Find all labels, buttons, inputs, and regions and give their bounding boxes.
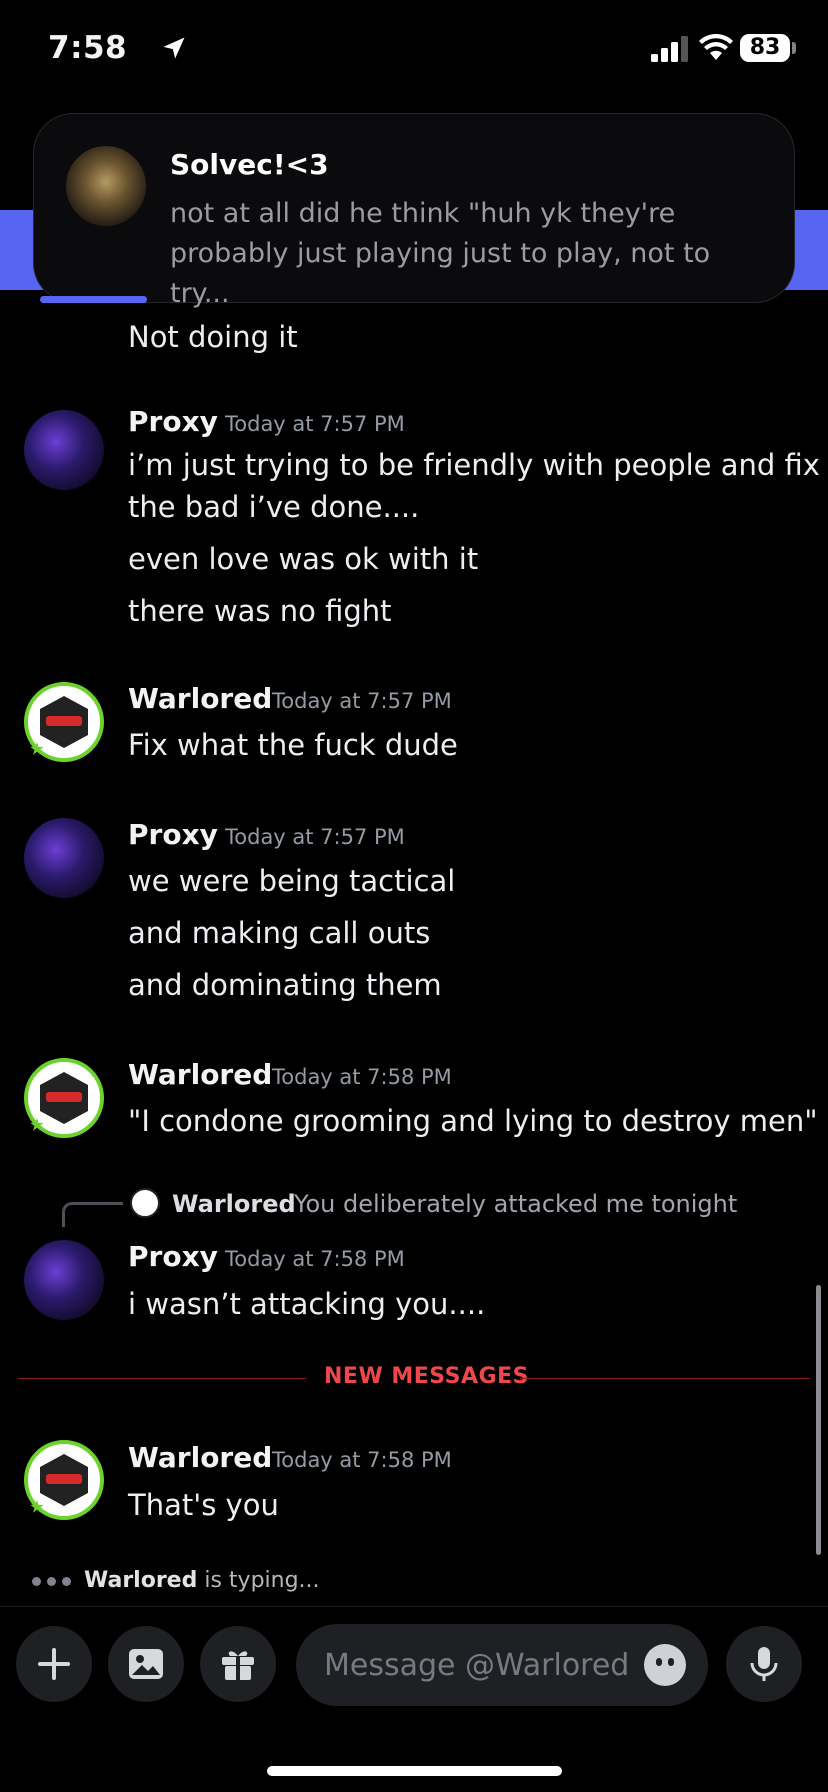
message-input-placeholder: Message @Warlored bbox=[324, 1648, 630, 1683]
message-line: we were being tactical bbox=[128, 864, 456, 898]
avatar[interactable] bbox=[24, 1058, 104, 1138]
gift-button[interactable] bbox=[200, 1626, 276, 1702]
notification-progress bbox=[40, 296, 147, 303]
home-indicator[interactable] bbox=[267, 1766, 562, 1776]
avatar[interactable] bbox=[24, 1440, 104, 1520]
message-author[interactable]: Warlored bbox=[128, 1058, 272, 1091]
star-icon bbox=[30, 1500, 44, 1513]
reply-author[interactable]: Warlored bbox=[172, 1190, 296, 1218]
typing-suffix: is typing... bbox=[197, 1568, 320, 1593]
gallery-button[interactable] bbox=[108, 1626, 184, 1702]
typing-dot bbox=[47, 1576, 56, 1586]
battery-indicator: 83 bbox=[740, 34, 790, 62]
message-line: i’m just trying to be friendly with peop… bbox=[128, 448, 828, 482]
avatar[interactable] bbox=[24, 682, 104, 762]
emoji-icon[interactable] bbox=[644, 1644, 686, 1686]
typing-user: Warlored bbox=[84, 1568, 198, 1593]
avatar[interactable] bbox=[24, 818, 104, 898]
new-messages-divider bbox=[520, 1378, 810, 1379]
message-line: and making call outs bbox=[128, 916, 431, 950]
message-timestamp: Today at 7:58 PM bbox=[225, 1247, 405, 1271]
status-time: 7:58 bbox=[48, 30, 128, 66]
new-messages-label: NEW MESSAGES bbox=[324, 1364, 529, 1389]
message-author[interactable]: Warlored bbox=[128, 1441, 272, 1474]
composer-divider bbox=[0, 1606, 828, 1607]
notification-preview: not at all did he think "huh yk they're … bbox=[170, 198, 711, 309]
status-bar: 7:58 83 bbox=[0, 0, 828, 100]
reply-avatar bbox=[130, 1188, 160, 1218]
message-line: the bad i’ve done.... bbox=[128, 490, 420, 524]
message-line: i wasn’t attacking you.... bbox=[128, 1287, 486, 1321]
message-line: and dominating them bbox=[128, 968, 442, 1002]
message-input[interactable]: Message @Warlored bbox=[296, 1624, 708, 1706]
message-timestamp: Today at 7:57 PM bbox=[272, 689, 452, 713]
typing-dot bbox=[62, 1576, 71, 1586]
avatar-emblem-stripe bbox=[46, 716, 82, 726]
plus-icon bbox=[38, 1648, 70, 1680]
typing-dot bbox=[32, 1576, 41, 1586]
star-icon bbox=[30, 742, 44, 755]
message-timestamp: Today at 7:57 PM bbox=[225, 412, 405, 436]
avatar[interactable] bbox=[24, 1240, 104, 1320]
message-line: Fix what the fuck dude bbox=[128, 728, 458, 762]
location-arrow-icon bbox=[163, 37, 185, 59]
message-author[interactable]: Warlored bbox=[128, 682, 272, 715]
message-line: there was no fight bbox=[128, 594, 392, 628]
battery-nub bbox=[792, 42, 796, 54]
image-icon bbox=[129, 1649, 163, 1679]
notification-avatar bbox=[66, 146, 146, 226]
cellular-signal-icon bbox=[651, 36, 688, 62]
message-timestamp: Today at 7:58 PM bbox=[272, 1065, 452, 1089]
voice-message-button[interactable] bbox=[726, 1626, 802, 1702]
message-timestamp: Today at 7:57 PM bbox=[225, 825, 405, 849]
notification-banner[interactable]: Solvec!<3 not at all did he think "huh y… bbox=[33, 113, 795, 309]
message-author[interactable]: Proxy bbox=[128, 1240, 218, 1273]
scrollbar[interactable] bbox=[816, 1285, 821, 1555]
avatar-emblem-stripe bbox=[46, 1092, 82, 1102]
notification-sender: Solvec!<3 bbox=[170, 148, 329, 181]
new-messages-divider bbox=[18, 1378, 306, 1379]
avatar[interactable] bbox=[24, 410, 104, 490]
typing-indicator: Warlored is typing... bbox=[32, 1568, 320, 1593]
message-line: "I condone grooming and lying to destroy… bbox=[128, 1104, 818, 1138]
reply-preview[interactable]: You deliberately attacked me tonight bbox=[294, 1190, 737, 1218]
message-line: even love was ok with it bbox=[128, 542, 479, 576]
message-timestamp: Today at 7:58 PM bbox=[272, 1448, 452, 1472]
gift-icon bbox=[222, 1651, 254, 1680]
message-author[interactable]: Proxy bbox=[128, 818, 218, 851]
add-button[interactable] bbox=[16, 1626, 92, 1702]
message-line: That's you bbox=[128, 1488, 279, 1522]
message-author[interactable]: Proxy bbox=[128, 405, 218, 438]
microphone-icon bbox=[750, 1647, 778, 1681]
reply-connector bbox=[62, 1202, 123, 1227]
message-line: Not doing it bbox=[128, 320, 298, 354]
avatar-emblem-stripe bbox=[46, 1474, 82, 1484]
wifi-icon bbox=[699, 34, 733, 60]
star-icon bbox=[30, 1118, 44, 1131]
